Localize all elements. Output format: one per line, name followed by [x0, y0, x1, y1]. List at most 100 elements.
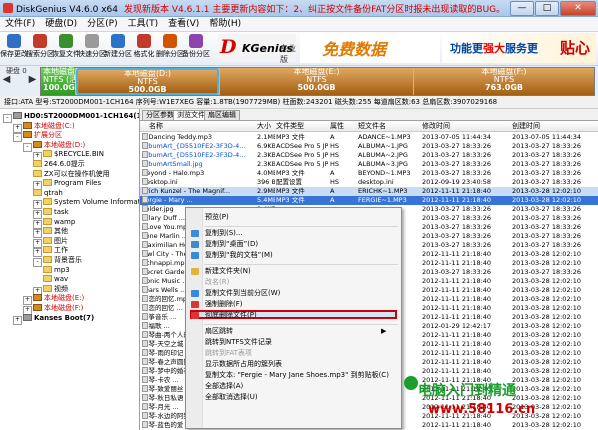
menu-item-5[interactable]: 帮助(H) [204, 17, 246, 31]
file-attr: A [330, 169, 335, 177]
file-icon [142, 259, 148, 266]
file-icon [142, 421, 148, 428]
tree-node[interactable]: - 本地磁盘(D:) [23, 140, 85, 152]
context-menu-item[interactable]: 复制文本: "Fergie - Mary Jane Shoes.mp3" 到剪贴… [205, 371, 389, 380]
tree-node[interactable]: + 本地磁盘(C:) [13, 121, 75, 133]
file-size: 6.9KB [257, 142, 275, 150]
toolbar-button-3[interactable]: 快速分区 [78, 33, 106, 64]
column-type[interactable]: 文件类型 [276, 121, 304, 131]
context-menu-item[interactable]: 全部取消选择(U) [205, 393, 258, 402]
collapse-icon[interactable]: - [3, 114, 12, 123]
toolbar-button-1[interactable]: 搜索分区 [26, 33, 54, 64]
context-menu-item[interactable]: 复制到(S)... [191, 229, 243, 238]
file-row[interactable]: Fergie - Mary ... 5.4MBMP3 文件 A FERGIE~1.MP… [140, 196, 598, 205]
file-type: ACDSee Pro 5 JP... [276, 151, 328, 159]
tree-node[interactable]: + 工作 [33, 246, 68, 258]
context-menu-item[interactable]: 跳转到FAT表项 [205, 349, 252, 358]
menu-item-0[interactable]: 文件(F) [0, 17, 40, 31]
context-menu-item[interactable]: 新建文件夹(N) [191, 267, 251, 276]
tree-node[interactable]: + Kanses Boot(7) [13, 313, 94, 325]
context-menu-item[interactable]: 改名(R) [205, 278, 229, 287]
partition-e[interactable]: 本地磁盘(E:) NTFS 500.0GB [220, 68, 413, 95]
toolbar-button-7[interactable]: 备份分区 [182, 33, 210, 64]
file-row[interactable]: Erich Kunzel - The Magnif... 2.9MBMP3 文件 A… [140, 187, 598, 196]
file-row[interactable]: A Dancing Teddy.mp3 2.1MBMP3 文件 A ADANCE~1.… [140, 133, 598, 142]
tree-node[interactable]: + task [33, 208, 69, 219]
maximize-button[interactable]: □ [535, 1, 559, 16]
column-size[interactable]: 大小 [257, 121, 271, 131]
tree-node[interactable]: + $RECYCLE.BIN [33, 150, 104, 162]
column-attr[interactable]: 属性 [330, 121, 344, 131]
file-row[interactable]: AlbumArt_{D5510FE2-3F3D-4... 2.3KB ACDSee … [140, 151, 598, 160]
context-menu-item[interactable]: 全部选择(A) [205, 382, 243, 391]
file-created: 2013-03-27 18:33:26 [512, 232, 582, 240]
promo-banner[interactable]: 功能更强大服务更 贴心 [442, 33, 596, 63]
tree-node[interactable]: + 视频 [33, 284, 68, 296]
collapse-icon[interactable]: - [13, 133, 22, 143]
column-name[interactable]: 名称 [149, 121, 163, 131]
tree-node[interactable]: qtrah [33, 188, 63, 198]
partition-c[interactable]: 本地磁盘(C:) NTFS (活动 100.0GB [41, 68, 90, 95]
tree-node[interactable]: - HD0:ST2000DM001-1CH164(1863GB) [3, 112, 139, 123]
submenu-arrow-icon: ▶ [381, 327, 387, 335]
context-menu-item[interactable]: 预览(P) [205, 213, 229, 222]
partition-icon [23, 131, 32, 139]
context-menu-item[interactable]: 跳转到NTFS文件记录 [205, 338, 272, 347]
column-created[interactable]: 创建时间 [512, 121, 540, 131]
context-menu-item[interactable]: 彻底删除文件(P) [191, 311, 257, 320]
column-short-name[interactable]: 短文件名 [358, 121, 386, 131]
collapse-icon[interactable]: - [23, 142, 32, 152]
toolbar-button-2[interactable]: 恢复文件 [52, 33, 80, 64]
tree-node[interactable]: - 扩展分区 [13, 131, 62, 143]
tree-node[interactable]: 264.6.0提示 [33, 160, 85, 169]
menu-item-3[interactable]: 工具(T) [123, 17, 164, 31]
expand-icon[interactable]: + [13, 315, 22, 325]
tree-node[interactable]: mp3 [43, 265, 70, 275]
tree-node[interactable]: + wamp [33, 217, 75, 229]
menu-item-4[interactable]: 查看(V) [163, 17, 204, 31]
column-modified[interactable]: 修改时间 [422, 121, 450, 131]
partition-d[interactable]: 本地磁盘(D:) NTFS 500.0GB [76, 68, 219, 95]
tree-node[interactable]: + 图片 [33, 236, 68, 248]
context-menu-item[interactable]: 强制删除(F) [191, 300, 243, 309]
folder-icon [33, 169, 42, 177]
file-row[interactable]: Beyond - Halo.mp3 4.0MBMP3 文件 A BEYOND~1.MP… [140, 169, 598, 178]
file-row[interactable]: desktop.ini 396 B 配置设置 HS desktop.ini 2012-09… [140, 178, 598, 187]
context-menu-item[interactable]: 显示数据所占用的簇列表 [205, 360, 282, 369]
tree-node[interactable]: +System Volume Information [33, 198, 139, 210]
update-notice[interactable]: 发现新版本 V4.6.1.1 主要更新内容如下：2、纠正按文件备份FAT分区时报… [124, 5, 505, 15]
context-menu-item[interactable]: 扇区跳转 ▶ [205, 327, 386, 336]
menu-item-2[interactable]: 分区(P) [82, 17, 122, 31]
file-type: 配置设置 [276, 178, 302, 186]
tab-sector-edit[interactable]: 扇区编辑 [204, 110, 240, 120]
free-data-banner[interactable]: 免费数据 [300, 33, 440, 63]
context-menu-item[interactable]: 复制到“桌面”(D) [191, 240, 258, 249]
toolbar-button-4[interactable]: 新建分区 [104, 33, 132, 64]
tree-node[interactable]: wav [43, 275, 68, 284]
tree-node-label: 背景音乐 [54, 256, 82, 264]
tree-node[interactable]: + 本地磁盘(F:) [23, 304, 83, 315]
toolbar-button-6[interactable]: 删除分区 [156, 33, 184, 64]
file-icon [142, 232, 148, 239]
tree-node[interactable]: - 背景音乐 [33, 256, 82, 267]
file-row[interactable]: AlbumArt_{D5510FE2-3F3D-4... 6.9KB ACDSee … [140, 142, 598, 151]
partition-f[interactable]: 本地磁盘(F:) NTFS 763.0GB [414, 68, 594, 95]
minimize-button[interactable]: — [510, 1, 534, 16]
tree-node[interactable]: + 本地磁盘(E:) [23, 294, 84, 306]
menu-item-icon [191, 230, 199, 237]
menu-item-1[interactable]: 硬盘(D) [40, 17, 82, 31]
toolbar-button-0[interactable]: 保存更改 [0, 33, 28, 64]
file-row[interactable]: AlbumArtSmall.jpg 2.3KB ACDSee Pro 5 JP...… [140, 160, 598, 169]
tree-node-label: ZX可以在操作机使用 [44, 169, 110, 178]
file-icon [142, 322, 148, 329]
tree-node[interactable]: ZX可以在操作机使用 [33, 169, 110, 179]
file-name: desktop.ini [142, 178, 254, 187]
next-disk-button[interactable]: ▶ [28, 72, 37, 88]
collapse-icon[interactable]: - [33, 258, 42, 267]
toolbar-button-5[interactable]: 格式化 [133, 33, 155, 64]
tree-node[interactable]: + Program Files [33, 179, 101, 191]
context-menu-item[interactable]: 复制到“我的文档”(M) [191, 251, 273, 260]
context-menu-item[interactable]: 复制文件到当前分区(W) [191, 289, 280, 298]
close-button[interactable]: ✕ [560, 1, 596, 16]
tree-node[interactable]: + 其他 [33, 227, 68, 239]
